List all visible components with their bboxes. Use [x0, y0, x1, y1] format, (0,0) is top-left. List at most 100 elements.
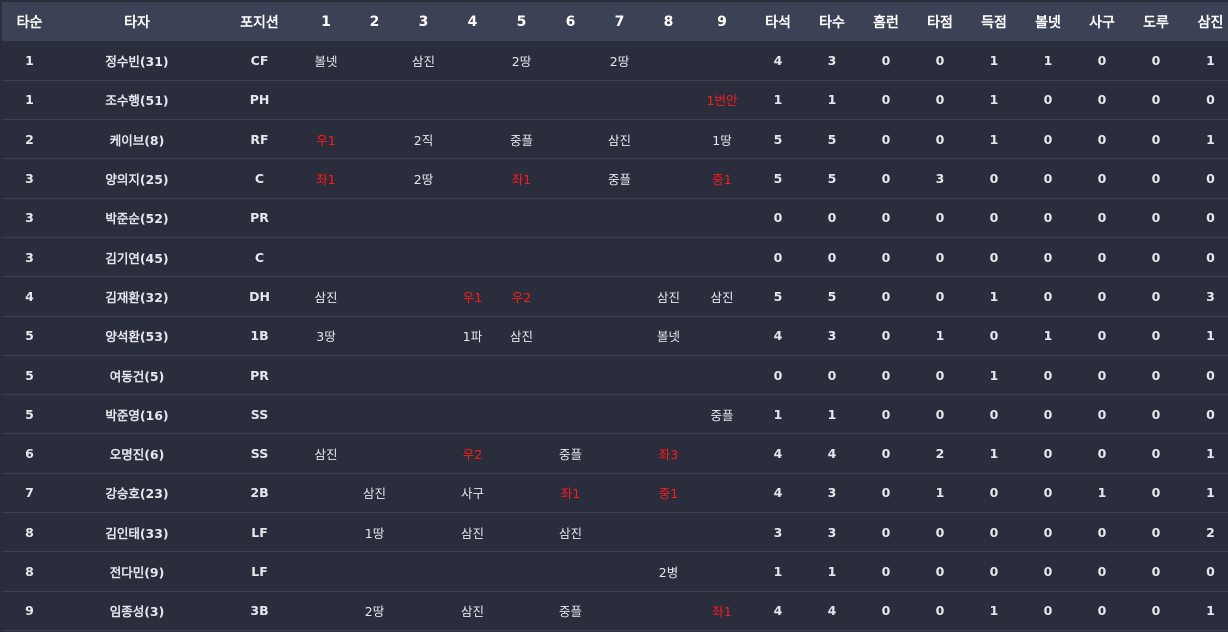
stat-cell: 0 [1206, 171, 1215, 187]
batter-name-cell[interactable]: 박준영(16) [57, 395, 217, 434]
table-header: 타순 타자 포지션 1 2 3 4 5 6 7 8 9 타석 타수 홈런 타점 득점 볼넷 사구 도루 삼진 [2, 2, 1228, 41]
inning-result-cell [399, 277, 448, 316]
inning-result-cell: 중플 [710, 407, 734, 423]
stat-cell: 5 [773, 171, 783, 187]
inning-result-cell [546, 316, 595, 355]
column-header[interactable]: 타자 [57, 2, 217, 41]
batter-name-cell[interactable]: 케이브(8) [57, 120, 217, 159]
stat-cell: 0 [935, 603, 945, 619]
inning-result-cell: 1땅 [712, 132, 732, 148]
column-header[interactable]: 타석 [751, 2, 805, 41]
batting-order-cell: 5 [25, 328, 34, 344]
stat-cell: 0 [881, 92, 891, 108]
inning-result-cell [448, 237, 497, 276]
column-header[interactable]: 타순 [2, 2, 57, 41]
inning-result-cell: 2땅 [609, 53, 630, 69]
inning-result-cell [595, 355, 644, 394]
stat-cell: 1 [773, 406, 783, 422]
batting-order-cell: 3 [25, 210, 34, 226]
column-header[interactable]: 볼넷 [1021, 2, 1075, 41]
stat-cell: 0 [773, 210, 783, 226]
stat-cell: 0 [1151, 131, 1161, 147]
batter-name-cell[interactable]: 김기연(45) [57, 237, 217, 276]
inning-result-cell: 삼진 [460, 604, 484, 620]
inning-result-cell [693, 237, 751, 276]
column-header[interactable]: 홈런 [859, 2, 913, 41]
stat-cell: 0 [881, 210, 891, 226]
table-row: 1 정수빈(31) CF 볼넷 삼진 2땅 2땅 4 3 0 0 1 1 0 0 1 [2, 41, 1228, 81]
column-header[interactable]: 타수 [805, 2, 859, 41]
inning-result-cell: 중플 [607, 172, 631, 188]
stat-cell: 0 [1097, 446, 1107, 462]
batter-name-cell[interactable]: 김인태(33) [57, 513, 217, 552]
stat-cell: 4 [773, 52, 783, 68]
stat-cell: 0 [1097, 603, 1107, 619]
batting-order-cell: 8 [25, 564, 34, 579]
batter-name-cell[interactable]: 김재환(32) [57, 277, 217, 316]
column-header[interactable]: 도루 [1129, 2, 1183, 41]
stat-cell: 0 [1151, 446, 1161, 462]
inning-result-cell [448, 120, 497, 159]
batter-name-cell[interactable]: 양석환(53) [57, 316, 217, 355]
column-header[interactable]: 타점 [913, 2, 967, 41]
column-header[interactable]: 2 [350, 2, 399, 41]
batter-name-cell[interactable]: 양의지(25) [57, 159, 217, 198]
inning-result-cell: 좌3 [658, 447, 679, 463]
position-cell: LF [251, 564, 268, 579]
batter-name-cell[interactable]: 여동건(5) [57, 355, 217, 394]
column-header[interactable]: 3 [399, 2, 448, 41]
stat-cell: 0 [1206, 210, 1215, 226]
stat-cell: 1 [1206, 328, 1215, 344]
inning-result-cell: 삼진 [656, 289, 680, 305]
column-header[interactable]: 4 [448, 2, 497, 41]
column-header[interactable]: 8 [644, 2, 693, 41]
inning-result-cell [399, 591, 448, 630]
inning-result-cell [546, 355, 595, 394]
batter-name-cell[interactable]: 박준순(52) [57, 198, 217, 237]
stat-cell: 0 [1206, 564, 1215, 579]
column-header[interactable]: 삼진 [1183, 2, 1228, 41]
stat-cell: 3 [827, 52, 837, 68]
table-row: 8 김인태(33) LF 1땅 삼진 삼진 3 3 0 0 0 0 0 0 2 [2, 513, 1228, 552]
stat-cell: 0 [1097, 328, 1107, 344]
position-cell: 2B [250, 485, 269, 501]
inning-result-cell [595, 513, 644, 552]
column-header[interactable]: 9 [693, 2, 751, 41]
inning-result-cell [546, 237, 595, 276]
batter-name-cell[interactable]: 정수빈(31) [57, 41, 217, 80]
position-cell: PH [249, 92, 270, 108]
stat-cell: 0 [1151, 171, 1161, 187]
batting-order-cell: 3 [25, 249, 34, 265]
batter-name-cell[interactable]: 전다민(9) [57, 552, 217, 591]
batter-record-table: 타순 타자 포지션 1 2 3 4 5 6 7 8 9 타석 타수 홈런 타점 득점 볼넷 사구 도루 삼진 1 정수빈(… [2, 2, 1228, 631]
inning-result-cell [302, 355, 350, 394]
boxscore-panel: 타순 타자 포지션 1 2 3 4 5 6 7 8 9 타석 타수 홈런 타점 득점 볼넷 사구 도루 삼진 1 정수빈(… [0, 0, 1228, 632]
inning-result-cell [448, 552, 497, 591]
stat-cell: 0 [935, 367, 945, 383]
inning-result-cell [497, 237, 546, 276]
batter-name-cell[interactable]: 오명진(6) [57, 434, 217, 473]
stat-cell: 5 [827, 171, 837, 187]
batter-name-cell[interactable]: 강승호(23) [57, 473, 217, 512]
column-header[interactable]: 득점 [967, 2, 1021, 41]
inning-result-cell: 중1 [658, 486, 679, 502]
stat-cell: 0 [989, 171, 999, 187]
column-header[interactable]: 포지션 [217, 2, 302, 41]
stat-cell: 0 [989, 406, 999, 422]
inning-result-cell [595, 80, 644, 119]
column-header[interactable]: 5 [497, 2, 546, 41]
column-header[interactable]: 1 [302, 2, 350, 41]
column-header[interactable]: 사구 [1075, 2, 1129, 41]
stat-cell: 0 [827, 210, 837, 226]
batting-order-cell: 3 [25, 171, 34, 187]
stat-cell: 1 [827, 406, 837, 422]
table-row: 3 양의지(25) C 좌1 2땅 좌1 중플 중1 5 5 0 3 0 0 0 0 0 [2, 159, 1228, 199]
batter-name-cell[interactable]: 조수행(51) [57, 80, 217, 119]
batter-name-cell[interactable]: 임종성(3) [57, 591, 217, 630]
column-header[interactable]: 7 [595, 2, 644, 41]
inning-result-cell [546, 80, 595, 119]
column-header[interactable]: 6 [546, 2, 595, 41]
inning-result-cell: 1번안 [706, 93, 738, 109]
inning-result-cell [693, 198, 751, 237]
inning-result-cell: 중플 [509, 132, 533, 148]
